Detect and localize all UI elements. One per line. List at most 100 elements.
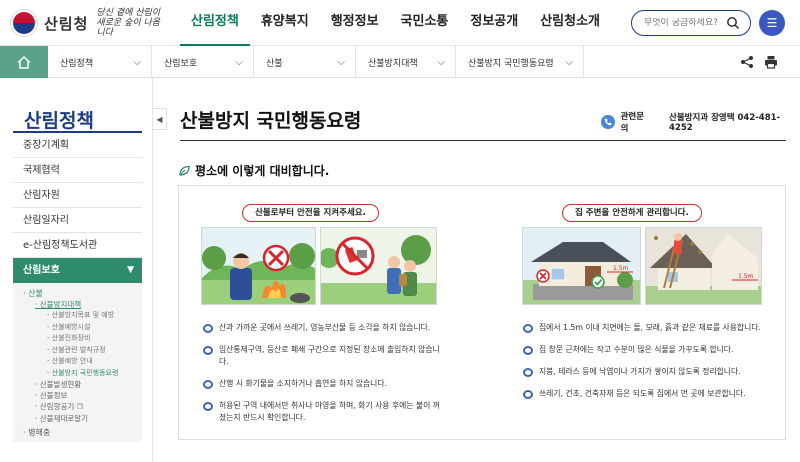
sidebar-title: 산림정책 — [24, 110, 94, 132]
submenu-item-wildfire-measures[interactable]: · 산불방지대책 — [13, 299, 142, 310]
bullet-icon — [523, 390, 533, 399]
sidebar: 산림정책 중장기계획 국제협력 산림자원 산림일자리 e-산림정책도서관 산림보… — [0, 78, 153, 462]
guide-panel: 산불로부터 안전을 지켜주세요. 산과 가까운 곳에서 쓰레기, 영농부산물 등… — [178, 185, 786, 440]
sidebar-item-e-library[interactable]: e-산림정책도서관 — [13, 233, 142, 258]
gnb-item-recreation[interactable]: 휴양복지 — [250, 0, 320, 46]
submenu-label: 산불예방 안내 — [51, 357, 93, 365]
inquiry-label: 관련문의 — [620, 112, 645, 134]
submenu-label: 산불관련 벌칙규정 — [51, 345, 106, 354]
leaf-icon — [179, 165, 190, 176]
sidebar-item-label: 산림보호 — [23, 265, 60, 276]
breadcrumb-label: 산림보호 — [164, 58, 198, 69]
logo-text: 산림청 — [44, 14, 89, 33]
main-nav: 산림정책 휴양복지 행정정보 국민소통 정보공개 산림청소개 — [180, 0, 611, 46]
sidebar-collapse-button[interactable]: ◀ — [153, 108, 167, 130]
gnb-item-disclosure[interactable]: 정보공개 — [459, 0, 529, 46]
hiking-fire-prohibited-illustration — [320, 227, 437, 305]
breadcrumb-level-3[interactable]: 산불 ⌵ — [254, 46, 356, 78]
gnb-item-communication[interactable]: 국민소통 — [390, 0, 460, 46]
submenu-item-occurrence[interactable]: · 산불발생현황 — [13, 379, 142, 390]
sidebar-item-forest-protection[interactable]: 산림보호 ▼ — [13, 258, 142, 283]
bullet-text: 산행 시 화기물을 소지하거나 흡연을 하지 않습니다. — [219, 379, 387, 388]
breadcrumb-level-5[interactable]: 산불방지 국민행동요령 ⌵ — [456, 46, 584, 78]
submenu-label: 산불정보 — [39, 391, 68, 400]
list-item: 집에서 1.5m 이내 지면에는 돌, 모래, 흙과 같은 재료를 사용합니다. — [523, 322, 763, 334]
submenu-item-action-guide[interactable]: - 산불방지 국민행동요령 — [13, 368, 142, 380]
chevron-down-icon: ⌵ — [565, 56, 573, 68]
phone-icon — [601, 115, 615, 129]
submenu-label: 병해충 — [28, 428, 51, 437]
burning-prohibited-illustration — [201, 227, 316, 305]
print-icon[interactable] — [764, 55, 778, 69]
search-icon[interactable] — [726, 16, 740, 30]
inquiry-info: 관련문의 산불방지과 장영택 042-481-4252 — [601, 110, 800, 134]
home-button[interactable] — [0, 46, 48, 78]
breadcrumb-label: 산림정책 — [60, 58, 94, 69]
submenu-label: 산불발생현황 — [39, 380, 82, 389]
home-icon — [17, 55, 31, 69]
all-menu-button[interactable]: ☰ — [759, 10, 785, 36]
submenu-item-equipment[interactable]: - 산불진화장비 — [13, 333, 142, 345]
site-header: 산림청 당신 곁에 산림이 새로운 숲이 나옵니다 산림정책 휴양복지 행정정보… — [0, 0, 800, 46]
bullet-text: 입산통제구역, 등산로 폐쇄 구간으로 지정된 장소에 출입하지 않습니다. — [219, 345, 440, 366]
sidebar-item-midlong-plan[interactable]: 중장기계획 — [13, 133, 142, 158]
list-item: 집 창문 근처에는 작고 수분이 많은 식물을 가꾸도록 합니다. — [523, 344, 763, 356]
breadcrumb-level-2[interactable]: 산림보호 ⌵ — [152, 46, 254, 78]
chevron-down-icon: ⌵ — [133, 56, 141, 68]
sidebar-item-forest-resources[interactable]: 산림자원 — [13, 183, 142, 208]
distance-label: 1.5m — [613, 265, 629, 272]
gnb-item-admin-info[interactable]: 행정정보 — [320, 0, 390, 46]
list-item: 허용된 구역 내에서만 취사나 야영을 하며, 화기 사용 후에는 불이 꺼졌는… — [203, 400, 443, 424]
chevron-left-icon: ◀ — [156, 114, 163, 124]
gnb-item-about[interactable]: 산림청소개 — [529, 0, 611, 46]
list-item: 지붕, 테라스 등에 낙엽이나 가지가 쌓이지 않도록 정리합니다. — [523, 366, 763, 378]
right-bullet-list: 집에서 1.5m 이내 지면에는 돌, 모래, 흙과 같은 재료를 사용합니다.… — [523, 322, 763, 410]
submenu-item-prevention-guide[interactable]: - 산불예방 안내 — [13, 356, 142, 368]
page-title: 산불방지 국민행동요령 — [180, 110, 362, 132]
copy-icon: ❐ — [76, 403, 83, 411]
bullet-text: 집에서 1.5m 이내 지면에는 돌, 모래, 흙과 같은 재료를 사용합니다. — [539, 323, 761, 332]
submenu-item-pests[interactable]: · 병해충 — [13, 427, 142, 438]
left-bullet-list: 산과 가까운 곳에서 쓰레기, 영농부산물 등 소각을 하지 않습니다. 입산통… — [203, 322, 443, 434]
section-title: 평소에 이렇게 대비합니다. — [195, 164, 330, 178]
inquiry-contact: 산불방지과 장영택 042-481-4252 — [669, 113, 781, 133]
breadcrumb-level-4[interactable]: 산불방지대책 ⌵ — [356, 46, 456, 78]
bullet-text: 허용된 구역 내에서만 취사나 야영을 하며, 화기 사용 후에는 불이 꺼졌는… — [219, 401, 440, 422]
left-box-heading: 산불로부터 안전을 지켜주세요. — [242, 204, 379, 222]
submenu-item-goal[interactable]: - 산불방지목표 및 예방 — [13, 310, 142, 322]
bullet-text: 집 창문 근처에는 작고 수분이 많은 식물을 가꾸도록 합니다. — [539, 345, 734, 354]
triangle-down-icon: ▼ — [127, 265, 134, 275]
gnb-item-policy[interactable]: 산림정책 — [180, 0, 250, 46]
korea-emblem-icon — [10, 9, 38, 37]
site-logo[interactable]: 산림청 당신 곁에 산림이 새로운 숲이 나옵니다 — [10, 8, 160, 38]
sidebar-item-intl-cooperation[interactable]: 국제협력 — [13, 158, 142, 183]
roof-cleaning-illustration: 1.5m — [645, 227, 762, 305]
chevron-down-icon: ⌵ — [235, 56, 243, 68]
submenu-item-penalties[interactable]: - 산불관련 벌칙규정 — [13, 345, 142, 357]
breadcrumb-label: 산불방지 국민행동요령 — [468, 58, 554, 69]
chevron-down-icon: ⌵ — [337, 56, 345, 68]
search-input[interactable] — [644, 18, 724, 28]
list-item: 산과 가까운 곳에서 쓰레기, 영농부산물 등 소각을 하지 않습니다. — [203, 322, 443, 334]
bullet-text: 쓰레기, 건초, 건축자재 등은 되도록 집에서 먼 곳에 보관합니다. — [539, 389, 746, 398]
right-box-heading: 집 주변을 안전하게 관리합니다. — [562, 204, 702, 222]
distance-label: 1.5m — [738, 273, 754, 280]
sidebar-item-forest-jobs[interactable]: 산림일자리 — [13, 208, 142, 233]
submenu-item-aircraft[interactable]: · 산림항공기 ❐ — [13, 401, 142, 413]
submenu-item-wildfire-info[interactable]: · 산불정보 — [13, 390, 142, 401]
logo-slogan: 당신 곁에 산림이 새로운 숲이 나옵니다 — [96, 8, 161, 38]
list-item: 산행 시 화기물을 소지하거나 흡연을 하지 않습니다. — [203, 378, 443, 390]
submenu-item-facilities[interactable]: - 산불예방시설 — [13, 322, 142, 334]
bullet-icon — [523, 346, 533, 355]
submenu-item-wildfire[interactable]: · 산불 — [13, 288, 142, 299]
breadcrumb-level-1[interactable]: 산림정책 ⌵ — [48, 46, 152, 78]
breadcrumb-label: 산불방지대책 — [368, 58, 418, 69]
house-perimeter-illustration: 1.5m — [522, 227, 641, 305]
bullet-icon — [203, 402, 213, 411]
submenu-label: 산불진화장비 — [51, 334, 91, 342]
submenu-label: 산림항공기 — [39, 402, 75, 411]
share-icon[interactable] — [740, 55, 754, 69]
submenu-item-understand[interactable]: · 산불제대로알기 — [13, 413, 142, 424]
breadcrumb-label: 산불 — [266, 58, 283, 69]
submenu-label: 산불제대로알기 — [39, 414, 89, 423]
